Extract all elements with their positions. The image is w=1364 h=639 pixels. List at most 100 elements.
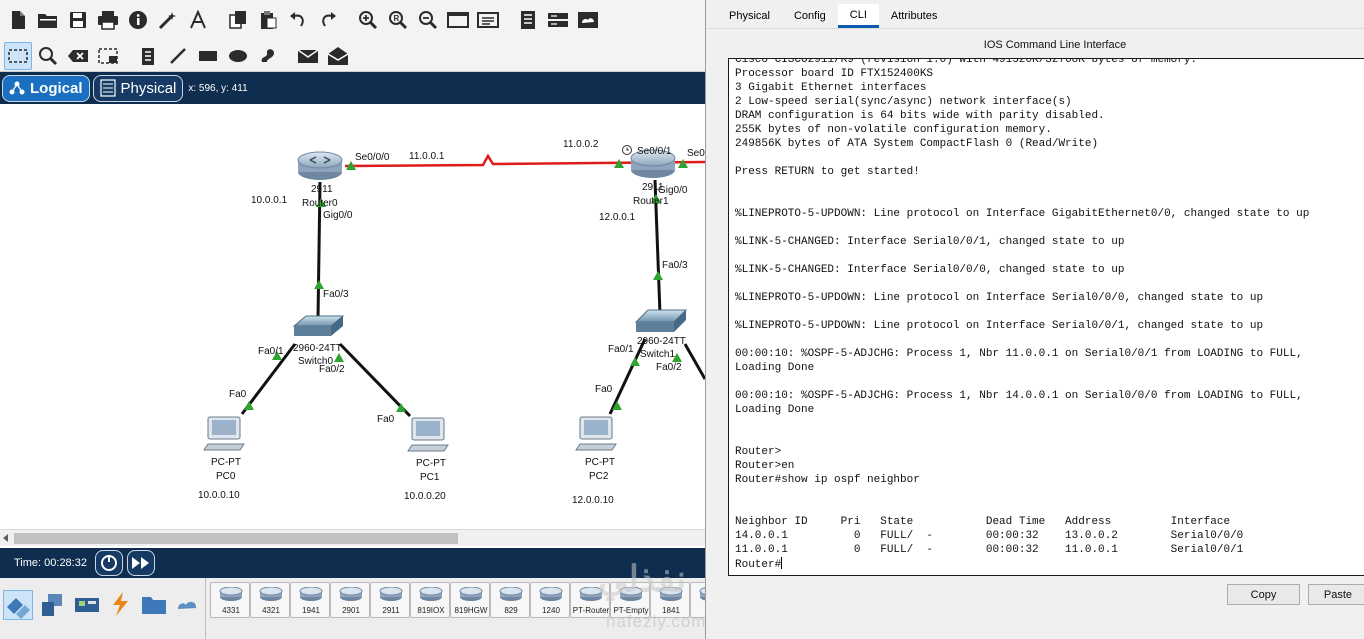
copy-icon[interactable] xyxy=(224,6,252,34)
cli-panel-title: IOS Command Line Interface xyxy=(983,39,1127,51)
link-switch1-offscreen[interactable] xyxy=(683,343,705,380)
terminal-cursor xyxy=(781,557,783,569)
inspect-icon[interactable] xyxy=(34,42,62,70)
custom-devices-icon[interactable] xyxy=(474,6,502,34)
terminal-line: DRAM configuration is 64 bits wide with … xyxy=(735,109,1309,123)
rectangle-icon[interactable] xyxy=(194,42,222,70)
ellipse-icon[interactable] xyxy=(224,42,252,70)
router-icon xyxy=(539,587,563,601)
device-model-tile[interactable]: 819HGW xyxy=(450,582,490,618)
simulation-time: Time: 00:28:32 xyxy=(14,557,87,569)
pc2-device[interactable] xyxy=(575,416,617,451)
terminal-line-text: %LINEPROTO-5-UPDOWN: Line protocol on In… xyxy=(735,292,1264,304)
terminal-line-text: 14.0.0.1 0 FULL/ - 00:00:32 13.0.0.2 Ser… xyxy=(735,530,1244,542)
device-model-tile[interactable]: 4321 xyxy=(250,582,290,618)
logical-mode-button[interactable]: Logical xyxy=(2,74,90,102)
cluster-icon[interactable] xyxy=(574,6,602,34)
text-icon[interactable] xyxy=(184,6,212,34)
end-devices-icon[interactable] xyxy=(38,590,68,620)
power-cycle-button[interactable] xyxy=(94,550,123,576)
zoom-out-icon[interactable] xyxy=(414,6,442,34)
tab-physical[interactable]: Physical xyxy=(717,4,782,28)
switch1-device[interactable] xyxy=(634,309,688,332)
connections-icon[interactable] xyxy=(106,590,136,620)
delete-icon[interactable] xyxy=(64,42,92,70)
zoom-in-icon[interactable] xyxy=(354,6,382,34)
line-icon[interactable] xyxy=(164,42,192,70)
terminal-line-text: %LINEPROTO-5-UPDOWN: Line protocol on In… xyxy=(735,208,1310,220)
device-model-tile[interactable]: 1240 xyxy=(530,582,570,618)
physical-mode-button[interactable]: Physical xyxy=(92,74,184,102)
terminal-line-text: Router# xyxy=(735,559,782,571)
device-model-tile[interactable]: 1941 xyxy=(290,582,330,618)
viewport-icon[interactable] xyxy=(514,6,542,34)
switch0-device[interactable] xyxy=(292,315,345,336)
device-model-label: 819HGW xyxy=(454,606,488,615)
watermark-latin: nafezly.com xyxy=(606,612,707,631)
rack-icon[interactable] xyxy=(544,6,572,34)
complex-pdu-icon[interactable] xyxy=(324,42,352,70)
freeform-icon[interactable] xyxy=(254,42,282,70)
paste-button[interactable]: Paste xyxy=(1308,584,1364,605)
pc0-device[interactable] xyxy=(203,416,245,451)
cli-terminal[interactable]: Cisco CISCO2911/K9 (revision 1.0) with 4… xyxy=(728,58,1364,576)
terminal-line-text: Press RETURN to get started! xyxy=(735,166,920,178)
select-icon[interactable] xyxy=(4,41,32,70)
router-icon xyxy=(499,587,523,601)
redo-icon[interactable] xyxy=(314,6,342,34)
scrollbar-thumb[interactable] xyxy=(14,533,458,544)
terminal-line: 14.0.0.1 0 FULL/ - 00:00:32 13.0.0.2 Ser… xyxy=(735,529,1309,543)
terminal-line: Router# xyxy=(735,557,1309,571)
print-icon[interactable] xyxy=(94,6,122,34)
simple-pdu-icon[interactable] xyxy=(294,42,322,70)
terminal-line-text: Neighbor ID Pri State Dead Time Address … xyxy=(735,516,1231,528)
device-model-tile[interactable]: 2901 xyxy=(330,582,370,618)
copy-button[interactable]: Copy xyxy=(1227,584,1300,605)
terminal-line: %LINEPROTO-5-UPDOWN: Line protocol on In… xyxy=(735,291,1309,305)
paste-icon[interactable] xyxy=(254,6,282,34)
workspace-horizontal-scrollbar[interactable] xyxy=(0,529,705,546)
multiuser-icon[interactable] xyxy=(173,590,203,620)
device-model-tile[interactable]: 829 xyxy=(490,582,530,618)
pc1-device[interactable] xyxy=(407,417,449,452)
logical-workspace[interactable]: Se0/0/0 11.0.0.1 2911 Router0 10.0.0.1 G… xyxy=(0,104,705,529)
save-icon[interactable] xyxy=(64,6,92,34)
terminal-line-text: %LINEPROTO-5-UPDOWN: Line protocol on In… xyxy=(735,320,1264,332)
pc1-name-label: PC1 xyxy=(420,472,440,483)
link-switch0-pc1[interactable] xyxy=(338,342,412,418)
tab-cli[interactable]: CLI xyxy=(837,4,879,28)
miscellaneous-icon[interactable] xyxy=(140,590,170,620)
device-model-tile[interactable]: 4331 xyxy=(210,582,250,618)
switch0-fa01-label: Fa0/1 xyxy=(258,346,284,357)
fast-forward-button[interactable] xyxy=(126,550,155,576)
router0-device[interactable] xyxy=(297,151,343,180)
terminal-line: Loading Done xyxy=(735,403,1309,417)
tab-attributes[interactable]: Attributes xyxy=(879,4,949,28)
note-icon[interactable] xyxy=(134,42,162,70)
zoom-reset-icon[interactable]: R xyxy=(384,6,412,34)
scroll-left-icon[interactable] xyxy=(3,534,8,542)
new-file-icon[interactable] xyxy=(4,6,32,34)
activity-wizard-icon[interactable] xyxy=(154,6,182,34)
router-icon xyxy=(219,587,243,601)
router0-ip-label: 10.0.0.1 xyxy=(251,195,288,206)
terminal-line-text: 2 Low-speed serial(sync/async) network i… xyxy=(735,96,1072,108)
terminal-line: 00:00:10: %OSPF-5-ADJCHG: Process 1, Nbr… xyxy=(735,389,1309,403)
resize-icon[interactable] xyxy=(94,42,122,70)
terminal-line: 11.0.0.1 0 FULL/ - 00:00:32 11.0.0.1 Ser… xyxy=(735,543,1309,557)
device-model-tile[interactable]: 819IOX xyxy=(410,582,450,618)
open-folder-icon[interactable] xyxy=(34,6,62,34)
pc0-type-label: PC-PT xyxy=(211,457,241,468)
components-icon[interactable] xyxy=(73,590,103,620)
terminal-line-text: 249856K bytes of ATA System CompactFlash… xyxy=(735,138,1099,150)
device-model-tile[interactable]: 2911 xyxy=(370,582,410,618)
tab-config[interactable]: Config xyxy=(782,4,838,28)
drawing-palette-icon[interactable] xyxy=(444,6,472,34)
network-devices-icon[interactable] xyxy=(3,590,33,620)
undo-icon[interactable] xyxy=(284,6,312,34)
info-icon[interactable] xyxy=(124,6,152,34)
